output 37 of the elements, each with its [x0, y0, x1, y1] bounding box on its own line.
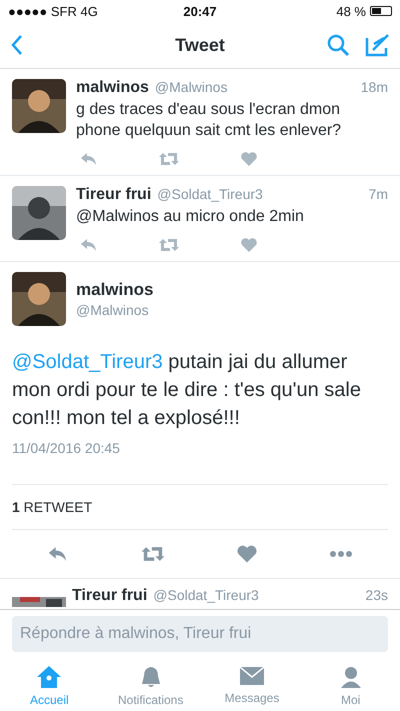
- tweet-timestamp: 11/04/2016 20:45: [12, 440, 121, 458]
- tweet-text: @Malwinos au micro onde 2min: [76, 207, 305, 227]
- retweet-icon[interactable]: [158, 152, 180, 166]
- tweet-time: 18m: [360, 79, 388, 95]
- tweet-text: @Soldat_Tireur3 putain jai du allumer mon ordi pour te le dire : t'es qu'un sale con!!! mon tel a explosé!!!: [12, 350, 362, 431]
- tweet-time: 7m: [368, 186, 388, 202]
- user-handle: @Soldat_Tireur3: [157, 186, 263, 202]
- reply-icon[interactable]: [80, 152, 98, 166]
- more-icon[interactable]: [328, 550, 353, 558]
- retweet-icon[interactable]: [158, 238, 180, 252]
- user-name[interactable]: malwinos: [76, 79, 149, 97]
- reply-icon[interactable]: [80, 238, 98, 252]
- carrier-text: ●●●●● SFR 4G: [8, 4, 98, 18]
- search-icon[interactable]: [326, 33, 350, 57]
- user-name[interactable]: Tireur frui: [72, 587, 148, 605]
- heart-icon[interactable]: [236, 544, 258, 564]
- user-handle: @Malwinos: [76, 302, 150, 318]
- battery-icon: [370, 6, 392, 16]
- person-icon: [338, 665, 363, 689]
- compose-icon[interactable]: [364, 32, 390, 58]
- user-name[interactable]: malwinos: [76, 280, 154, 300]
- reply-field[interactable]: Répondre à malwinos, Tireur frui: [12, 616, 388, 652]
- birdhouse-icon: [36, 665, 62, 689]
- back-icon[interactable]: [10, 34, 24, 56]
- battery-percent: 48 %: [336, 4, 366, 18]
- tweet-text: g des traces d'eau sous l'ecran dmon phone quelquun sait cmt les enlever?: [76, 100, 342, 141]
- tweet-time: 23s: [365, 587, 388, 603]
- heart-icon[interactable]: [240, 151, 258, 167]
- envelope-icon: [239, 665, 266, 687]
- heart-icon[interactable]: [240, 237, 258, 253]
- user-name[interactable]: Tireur frui: [76, 186, 152, 204]
- page-title: Tweet: [175, 34, 225, 56]
- user-handle: @Soldat_Tireur3: [153, 587, 259, 603]
- retweet-count[interactable]: 1 RETWEET: [12, 485, 388, 529]
- user-handle: @Malwinos: [154, 79, 228, 95]
- retweet-icon[interactable]: [140, 546, 166, 562]
- clock-text: 20:47: [183, 4, 217, 18]
